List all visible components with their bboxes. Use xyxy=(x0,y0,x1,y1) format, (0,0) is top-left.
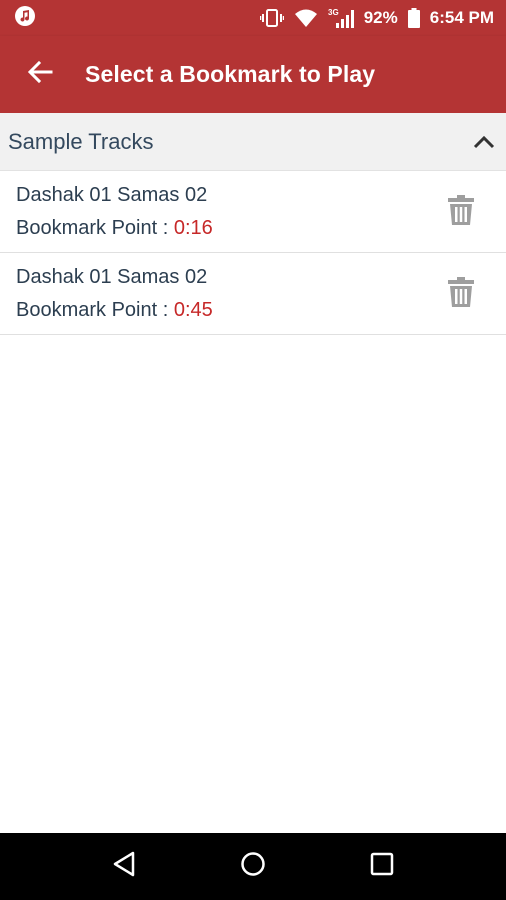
section-title: Sample Tracks xyxy=(8,128,154,154)
arrow-back-icon xyxy=(27,59,53,90)
status-right: 3G 92% 6:54 PM xyxy=(259,7,494,29)
trash-icon xyxy=(448,276,474,313)
battery-icon xyxy=(407,8,420,28)
bookmark-track-name: Dashak 01 Samas 02 xyxy=(16,184,208,206)
nav-back-button[interactable] xyxy=(104,847,144,887)
section-header-sample-tracks[interactable]: Sample Tracks xyxy=(0,113,506,171)
back-button[interactable] xyxy=(26,59,54,90)
status-bar: 3G 92% 6:54 PM xyxy=(0,0,506,36)
bookmark-track-name: Dashak 01 Samas 02 xyxy=(16,266,208,288)
delete-bookmark-button[interactable] xyxy=(446,276,476,313)
home-circle-icon xyxy=(240,851,266,882)
trash-icon xyxy=(448,194,474,231)
nav-recents-button[interactable] xyxy=(362,847,402,887)
page-title: Select a Bookmark to Play xyxy=(85,61,376,87)
bookmark-point-label: Bookmark Point : xyxy=(16,299,174,321)
signal-icon: 3G xyxy=(328,7,354,29)
app-bar: Select a Bookmark to Play xyxy=(0,36,506,113)
status-left xyxy=(14,5,36,32)
back-triangle-icon xyxy=(112,851,136,882)
delete-bookmark-button[interactable] xyxy=(446,194,476,231)
bookmark-time: 0:45 xyxy=(173,299,213,321)
status-time: 6:54 PM xyxy=(429,8,494,27)
bookmark-point-label: Bookmark Point : xyxy=(16,217,174,239)
chevron-up-icon[interactable] xyxy=(472,130,496,154)
wifi-icon xyxy=(294,8,318,28)
bookmark-time: 0:16 xyxy=(173,217,213,239)
vibrate-icon xyxy=(259,8,284,28)
bookmark-list: Dashak 01 Samas 02 Bookmark Point : 0:16… xyxy=(0,171,506,335)
battery-percent: 92% xyxy=(363,8,398,27)
bookmark-point-row: Bookmark Point : 0:16 xyxy=(16,216,506,240)
music-app-icon xyxy=(14,5,36,32)
nav-home-button[interactable] xyxy=(233,847,273,887)
bookmark-item[interactable]: Dashak 01 Samas 02 Bookmark Point : 0:45 xyxy=(0,253,506,335)
recents-square-icon xyxy=(370,852,394,881)
bookmark-point-row: Bookmark Point : 0:45 xyxy=(16,298,506,322)
bookmark-item[interactable]: Dashak 01 Samas 02 Bookmark Point : 0:16 xyxy=(0,171,506,253)
network-type-label: 3G xyxy=(328,8,339,17)
system-nav-bar xyxy=(0,833,506,900)
